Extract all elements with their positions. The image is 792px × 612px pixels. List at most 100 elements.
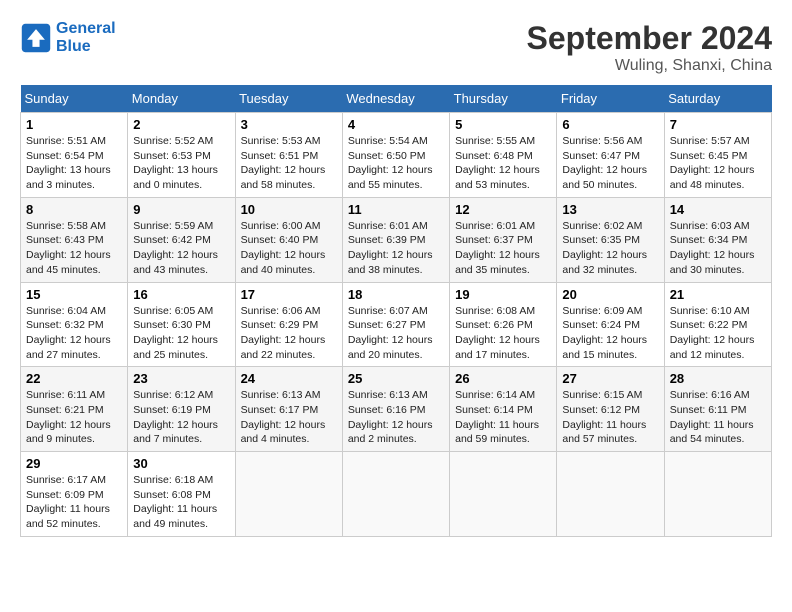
day-number: 4 <box>348 117 444 132</box>
calendar-day-cell: 2 Sunrise: 5:52 AMSunset: 6:53 PMDaylight… <box>128 113 235 198</box>
month-title: September 2024 <box>527 20 772 57</box>
day-number: 2 <box>133 117 229 132</box>
calendar-day-cell: 13 Sunrise: 6:02 AMSunset: 6:35 PMDayligh… <box>557 197 664 282</box>
calendar-day-cell: 24 Sunrise: 6:13 AMSunset: 6:17 PMDayligh… <box>235 367 342 452</box>
day-number: 1 <box>26 117 122 132</box>
cell-info: Sunrise: 5:54 AMSunset: 6:50 PMDaylight:… <box>348 135 433 191</box>
cell-info: Sunrise: 5:58 AMSunset: 6:43 PMDaylight:… <box>26 220 111 276</box>
day-number: 21 <box>670 287 766 302</box>
calendar-table: SundayMondayTuesdayWednesdayThursdayFrid… <box>20 85 772 537</box>
calendar-day-cell: 19 Sunrise: 6:08 AMSunset: 6:26 PMDayligh… <box>450 282 557 367</box>
column-header-sunday: Sunday <box>21 85 128 113</box>
empty-cell <box>235 452 342 537</box>
empty-cell <box>557 452 664 537</box>
calendar-day-cell: 4 Sunrise: 5:54 AMSunset: 6:50 PMDaylight… <box>342 113 449 198</box>
calendar-day-cell: 23Sunrise: 6:12 AMSunset: 6:19 PMDayligh… <box>128 367 235 452</box>
cell-info: Sunrise: 5:57 AMSunset: 6:45 PMDaylight:… <box>670 135 755 191</box>
calendar-day-cell: 11Sunrise: 6:01 AMSunset: 6:39 PMDayligh… <box>342 197 449 282</box>
day-number: 12 <box>455 202 551 217</box>
day-number: 13 <box>562 202 658 217</box>
calendar-header-row: SundayMondayTuesdayWednesdayThursdayFrid… <box>21 85 772 113</box>
calendar-day-cell: 22 Sunrise: 6:11 AMSunset: 6:21 PMDayligh… <box>21 367 128 452</box>
day-number: 28 <box>670 371 766 386</box>
day-number: 27 <box>562 371 658 386</box>
calendar-day-cell: 9 Sunrise: 5:59 AMSunset: 6:42 PMDaylight… <box>128 197 235 282</box>
cell-info: Sunrise: 6:10 AMSunset: 6:22 PMDaylight:… <box>670 305 755 361</box>
logo: General Blue <box>20 20 116 56</box>
day-number: 26 <box>455 371 551 386</box>
calendar-day-cell: 6Sunrise: 5:56 AMSunset: 6:47 PMDaylight… <box>557 113 664 198</box>
logo-icon <box>20 22 52 54</box>
logo-text: General Blue <box>56 20 116 56</box>
calendar-day-cell: 5 Sunrise: 5:55 AMSunset: 6:48 PMDaylight… <box>450 113 557 198</box>
calendar-week-row: 22 Sunrise: 6:11 AMSunset: 6:21 PMDayligh… <box>21 367 772 452</box>
cell-info: Sunrise: 6:04 AMSunset: 6:32 PMDaylight:… <box>26 305 111 361</box>
calendar-day-cell: 28 Sunrise: 6:16 AMSunset: 6:11 PMDayligh… <box>664 367 771 452</box>
day-number: 29 <box>26 456 122 471</box>
day-number: 8 <box>26 202 122 217</box>
page-header: General Blue September 2024 Wuling, Shan… <box>20 20 772 75</box>
cell-info: Sunrise: 5:52 AMSunset: 6:53 PMDaylight:… <box>133 135 218 191</box>
day-number: 7 <box>670 117 766 132</box>
cell-info: Sunrise: 6:09 AMSunset: 6:24 PMDaylight:… <box>562 305 647 361</box>
cell-info: Sunrise: 6:07 AMSunset: 6:27 PMDaylight:… <box>348 305 433 361</box>
day-number: 5 <box>455 117 551 132</box>
calendar-week-row: 29Sunrise: 6:17 AMSunset: 6:09 PMDayligh… <box>21 452 772 537</box>
calendar-day-cell: 18 Sunrise: 6:07 AMSunset: 6:27 PMDayligh… <box>342 282 449 367</box>
cell-info: Sunrise: 5:53 AMSunset: 6:51 PMDaylight:… <box>241 135 326 191</box>
cell-info: Sunrise: 6:01 AMSunset: 6:37 PMDaylight:… <box>455 220 540 276</box>
calendar-day-cell: 17 Sunrise: 6:06 AMSunset: 6:29 PMDayligh… <box>235 282 342 367</box>
day-number: 10 <box>241 202 337 217</box>
empty-cell <box>450 452 557 537</box>
day-number: 24 <box>241 371 337 386</box>
calendar-day-cell: 12 Sunrise: 6:01 AMSunset: 6:37 PMDayligh… <box>450 197 557 282</box>
calendar-day-cell: 27Sunrise: 6:15 AMSunset: 6:12 PMDayligh… <box>557 367 664 452</box>
cell-info: Sunrise: 6:13 AMSunset: 6:17 PMDaylight:… <box>241 389 326 445</box>
empty-cell <box>342 452 449 537</box>
calendar-day-cell: 10 Sunrise: 6:00 AMSunset: 6:40 PMDayligh… <box>235 197 342 282</box>
calendar-day-cell: 16Sunrise: 6:05 AMSunset: 6:30 PMDayligh… <box>128 282 235 367</box>
cell-info: Sunrise: 6:03 AMSunset: 6:34 PMDaylight:… <box>670 220 755 276</box>
calendar-day-cell: 7 Sunrise: 5:57 AMSunset: 6:45 PMDaylight… <box>664 113 771 198</box>
day-number: 17 <box>241 287 337 302</box>
cell-info: Sunrise: 6:00 AMSunset: 6:40 PMDaylight:… <box>241 220 326 276</box>
cell-info: Sunrise: 6:13 AMSunset: 6:16 PMDaylight:… <box>348 389 433 445</box>
day-number: 15 <box>26 287 122 302</box>
cell-info: Sunrise: 5:51 AMSunset: 6:54 PMDaylight:… <box>26 135 111 191</box>
column-header-friday: Friday <box>557 85 664 113</box>
cell-info: Sunrise: 6:18 AMSunset: 6:08 PMDaylight:… <box>133 474 217 530</box>
calendar-day-cell: 29Sunrise: 6:17 AMSunset: 6:09 PMDayligh… <box>21 452 128 537</box>
title-block: September 2024 Wuling, Shanxi, China <box>527 20 772 75</box>
calendar-week-row: 8 Sunrise: 5:58 AMSunset: 6:43 PMDaylight… <box>21 197 772 282</box>
cell-info: Sunrise: 5:56 AMSunset: 6:47 PMDaylight:… <box>562 135 647 191</box>
day-number: 22 <box>26 371 122 386</box>
empty-cell <box>664 452 771 537</box>
calendar-day-cell: 25Sunrise: 6:13 AMSunset: 6:16 PMDayligh… <box>342 367 449 452</box>
day-number: 23 <box>133 371 229 386</box>
column-header-thursday: Thursday <box>450 85 557 113</box>
cell-info: Sunrise: 6:08 AMSunset: 6:26 PMDaylight:… <box>455 305 540 361</box>
column-header-monday: Monday <box>128 85 235 113</box>
cell-info: Sunrise: 5:55 AMSunset: 6:48 PMDaylight:… <box>455 135 540 191</box>
calendar-day-cell: 14Sunrise: 6:03 AMSunset: 6:34 PMDayligh… <box>664 197 771 282</box>
cell-info: Sunrise: 6:05 AMSunset: 6:30 PMDaylight:… <box>133 305 218 361</box>
cell-info: Sunrise: 5:59 AMSunset: 6:42 PMDaylight:… <box>133 220 218 276</box>
cell-info: Sunrise: 6:16 AMSunset: 6:11 PMDaylight:… <box>670 389 754 445</box>
calendar-day-cell: 20Sunrise: 6:09 AMSunset: 6:24 PMDayligh… <box>557 282 664 367</box>
calendar-body: 1 Sunrise: 5:51 AMSunset: 6:54 PMDaylight… <box>21 113 772 537</box>
day-number: 19 <box>455 287 551 302</box>
cell-info: Sunrise: 6:02 AMSunset: 6:35 PMDaylight:… <box>562 220 647 276</box>
day-number: 30 <box>133 456 229 471</box>
cell-info: Sunrise: 6:06 AMSunset: 6:29 PMDaylight:… <box>241 305 326 361</box>
day-number: 11 <box>348 202 444 217</box>
calendar-week-row: 1 Sunrise: 5:51 AMSunset: 6:54 PMDaylight… <box>21 113 772 198</box>
cell-info: Sunrise: 6:11 AMSunset: 6:21 PMDaylight:… <box>26 389 111 445</box>
day-number: 9 <box>133 202 229 217</box>
column-header-tuesday: Tuesday <box>235 85 342 113</box>
calendar-day-cell: 1 Sunrise: 5:51 AMSunset: 6:54 PMDaylight… <box>21 113 128 198</box>
column-header-wednesday: Wednesday <box>342 85 449 113</box>
day-number: 18 <box>348 287 444 302</box>
calendar-day-cell: 26 Sunrise: 6:14 AMSunset: 6:14 PMDayligh… <box>450 367 557 452</box>
calendar-day-cell: 15 Sunrise: 6:04 AMSunset: 6:32 PMDayligh… <box>21 282 128 367</box>
cell-info: Sunrise: 6:14 AMSunset: 6:14 PMDaylight:… <box>455 389 539 445</box>
